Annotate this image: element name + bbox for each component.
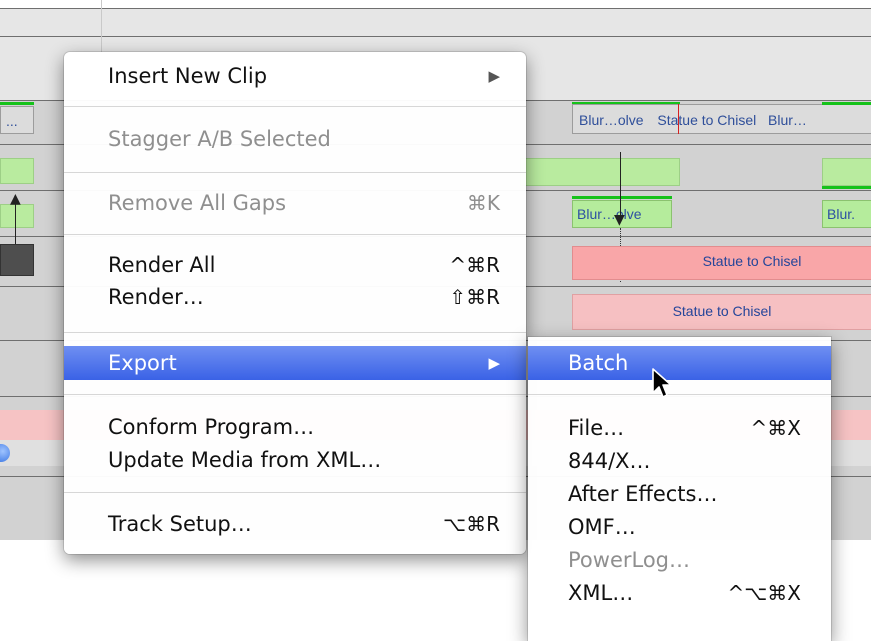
submenu-item-omf[interactable]: OMF… bbox=[528, 510, 831, 544]
menu-item-label: Render All bbox=[108, 253, 216, 277]
clip-green-cap-4 bbox=[822, 186, 871, 189]
menu-separator bbox=[64, 106, 526, 107]
menu-item-label: Export bbox=[108, 351, 177, 375]
clip-green-cap bbox=[0, 102, 34, 105]
menu-item-label: After Effects… bbox=[568, 482, 718, 506]
clip-green-cap-3 bbox=[822, 102, 871, 105]
shortcut-label: ⇧⌘R bbox=[449, 285, 500, 309]
submenu-item-batch[interactable]: Batch bbox=[528, 346, 831, 380]
clip-label: Statue to Chisel bbox=[702, 253, 802, 269]
ruler-top-line bbox=[0, 8, 871, 9]
menu-item-label: Batch bbox=[568, 351, 629, 375]
timeline-top-margin bbox=[0, 0, 871, 8]
arrow-down-icon: ▼ bbox=[614, 212, 625, 228]
transition-marker bbox=[620, 152, 621, 216]
submenu-item-after-effects[interactable]: After Effects… bbox=[528, 477, 831, 511]
menu-item-render[interactable]: Render… ⇧⌘R bbox=[64, 280, 526, 314]
clip-green-left-2[interactable] bbox=[0, 204, 34, 228]
submenu-item-file[interactable]: File… ^⌘X bbox=[528, 411, 831, 445]
mouse-pointer-icon bbox=[652, 368, 672, 398]
menu-item-label: Stagger A/B Selected bbox=[108, 127, 331, 151]
menu-item-export[interactable]: Export ▶ bbox=[64, 346, 526, 380]
menu-separator bbox=[64, 394, 526, 395]
submenu-item-powerlog[interactable]: PowerLog… bbox=[528, 543, 831, 577]
submenu-item-844x[interactable]: 844/X… bbox=[528, 444, 831, 478]
shortcut-label: ^⌘R bbox=[449, 253, 500, 277]
menu-item-label: PowerLog… bbox=[568, 548, 691, 572]
clip-green-left[interactable] bbox=[0, 158, 34, 184]
menu-item-label: 844/X… bbox=[568, 449, 651, 473]
clip-statue-to-chisel-2[interactable]: Statue to Chisel bbox=[572, 294, 871, 330]
menu-item-label: Remove All Gaps bbox=[108, 191, 287, 215]
export-submenu: Batch File… ^⌘X 844/X… After Effects… OM… bbox=[528, 337, 831, 641]
menu-item-label: Insert New Clip bbox=[108, 64, 268, 88]
clip-gray-left[interactable]: ... bbox=[0, 106, 34, 134]
arrow-up-icon: ▲ bbox=[10, 191, 21, 207]
menu-item-label: OMF… bbox=[568, 515, 636, 539]
menu-separator bbox=[64, 172, 526, 173]
clip-label: ... bbox=[6, 113, 18, 129]
submenu-arrow-icon: ▶ bbox=[488, 354, 500, 372]
menu-item-label: Track Setup… bbox=[108, 512, 252, 536]
shortcut-label: ⌘K bbox=[466, 191, 500, 215]
menu-item-remove-all-gaps[interactable]: Remove All Gaps ⌘K bbox=[64, 186, 526, 220]
clip-statue-to-chisel[interactable]: Statue to Chisel bbox=[572, 246, 871, 280]
clip-label: Blur… bbox=[768, 112, 807, 128]
menu-separator bbox=[64, 332, 526, 333]
clip-label: Statue to Chisel bbox=[672, 303, 772, 319]
ruler-line bbox=[0, 36, 871, 37]
clip-green-middle[interactable] bbox=[520, 158, 680, 186]
clip-blur-right[interactable]: Blur. bbox=[822, 200, 871, 228]
menu-item-insert-new-clip[interactable]: Insert New Clip ▶ bbox=[64, 59, 526, 93]
clip-gray-right[interactable]: Blur…olve Statue to Chisel Blur… bbox=[572, 104, 871, 134]
menu-item-conform-program[interactable]: Conform Program… bbox=[64, 410, 526, 444]
shortcut-label: ⌥⌘R bbox=[443, 512, 500, 536]
menu-item-track-setup[interactable]: Track Setup… ⌥⌘R bbox=[64, 507, 526, 541]
playhead-line bbox=[101, 0, 102, 52]
menu-separator bbox=[64, 492, 526, 493]
menu-item-label: Update Media from XML… bbox=[108, 448, 382, 472]
submenu-arrow-icon: ▶ bbox=[488, 67, 500, 85]
clip-green-cap-5 bbox=[572, 196, 672, 199]
menu-item-update-media-xml[interactable]: Update Media from XML… bbox=[64, 443, 526, 477]
shortcut-label: ^⌥⌘X bbox=[727, 581, 801, 605]
menu-item-render-all[interactable]: Render All ^⌘R bbox=[64, 248, 526, 282]
menu-item-label: Render… bbox=[108, 285, 204, 309]
clip-label: Blur. bbox=[827, 206, 856, 222]
clip-green-right[interactable] bbox=[822, 158, 871, 186]
menu-item-label: Conform Program… bbox=[108, 415, 315, 439]
edit-point-marker bbox=[678, 104, 679, 134]
shortcut-label: ^⌘X bbox=[750, 416, 801, 440]
menu-item-stagger-ab[interactable]: Stagger A/B Selected bbox=[64, 122, 526, 156]
menu-item-label: XML… bbox=[568, 581, 634, 605]
submenu-item-xml[interactable]: XML… ^⌥⌘X bbox=[528, 576, 831, 610]
timeline-context-menu: Insert New Clip ▶ Stagger A/B Selected R… bbox=[64, 52, 526, 554]
menu-separator bbox=[64, 234, 526, 235]
clip-label: Blur…olve bbox=[577, 206, 642, 222]
clip-dark-left[interactable] bbox=[0, 244, 34, 276]
clip-label: Statue to Chisel bbox=[657, 112, 757, 128]
menu-separator bbox=[528, 394, 831, 395]
menu-item-label: File… bbox=[568, 416, 625, 440]
clip-label: Blur…olve bbox=[579, 112, 644, 128]
